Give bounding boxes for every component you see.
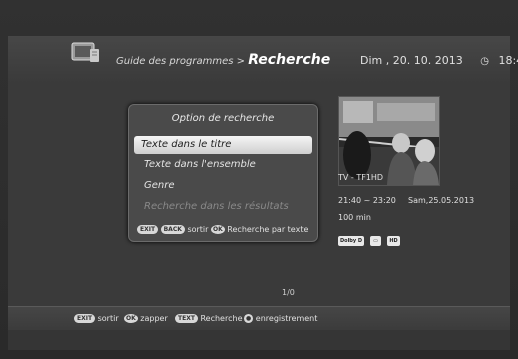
footer-exit-label: sortir <box>97 314 119 323</box>
exit-key-icon: EXIT <box>74 314 96 323</box>
exit-hint-label: sortir <box>187 225 209 234</box>
footer-bar: EXIT sortir OK zapper TEXT Recherche ● e… <box>8 306 510 331</box>
panel-title: Option de recherche <box>171 113 275 124</box>
ok-key-icon: OK <box>124 314 138 323</box>
ok-key-icon: OK <box>211 225 225 234</box>
program-duration: 100 min <box>338 213 371 222</box>
record-key-icon: ● <box>244 314 254 323</box>
bottom-strip <box>8 330 510 350</box>
page-indicator: 1/0 <box>282 288 295 297</box>
footer-exit[interactable]: EXIT sortir <box>74 314 119 323</box>
option-texte-dans-le-titre[interactable]: Texte dans le titre <box>134 136 312 154</box>
footer-text[interactable]: TEXT Recherche <box>175 314 242 323</box>
footer-record-label: enregistrement <box>255 314 318 323</box>
footer-ok-label: zapper <box>140 314 168 323</box>
channel-name: TV - TF1HD <box>338 173 384 182</box>
option-genre[interactable]: Genre <box>137 177 307 195</box>
program-time-range: 21:40 ~ 23:20 <box>338 196 396 205</box>
breadcrumb-prefix: Guide des programmes > <box>116 56 245 67</box>
ok-hint: OK Recherche par texte <box>211 225 308 234</box>
breadcrumb: Guide des programmes > Recherche <box>116 52 330 68</box>
preview-image <box>339 97 439 185</box>
datetime: Dim , 20. 10. 2013 ◷ 18:40 <box>360 54 518 67</box>
program-air-date: Sam,25.05.2013 <box>408 196 475 205</box>
footer-text-label: Recherche <box>200 314 243 323</box>
option-texte-dans-ensemble[interactable]: Texte dans l'ensemble <box>137 156 307 174</box>
subtitle-badge: ▭ <box>370 236 381 246</box>
date-text: Dim , 20. 10. 2013 <box>360 54 463 67</box>
search-options-panel: Option de recherche Texte dans le titre … <box>128 104 318 242</box>
option-recherche-dans-resultats: Recherche dans les résultats <box>144 201 289 212</box>
text-key-icon: TEXT <box>175 314 198 323</box>
page-title: Recherche <box>248 52 331 68</box>
dolby-badge: Dolby D <box>338 236 364 246</box>
header-bar: Guide des programmes > Recherche Dim , 2… <box>8 36 518 85</box>
clock-icon: ◷ <box>480 56 489 67</box>
time-text: 18:40 <box>498 54 518 67</box>
hd-badge: HD <box>387 236 400 246</box>
ok-hint-label: Recherche par texte <box>227 225 309 234</box>
footer-ok[interactable]: OK zapper <box>124 314 168 323</box>
back-key-icon: BACK <box>160 225 185 234</box>
tv-guide-icon <box>71 42 99 62</box>
footer-record[interactable]: ● enregistrement <box>244 314 317 323</box>
exit-key-icon: EXIT <box>137 225 159 234</box>
exit-back-hint: EXIT BACK sortir <box>137 225 208 234</box>
